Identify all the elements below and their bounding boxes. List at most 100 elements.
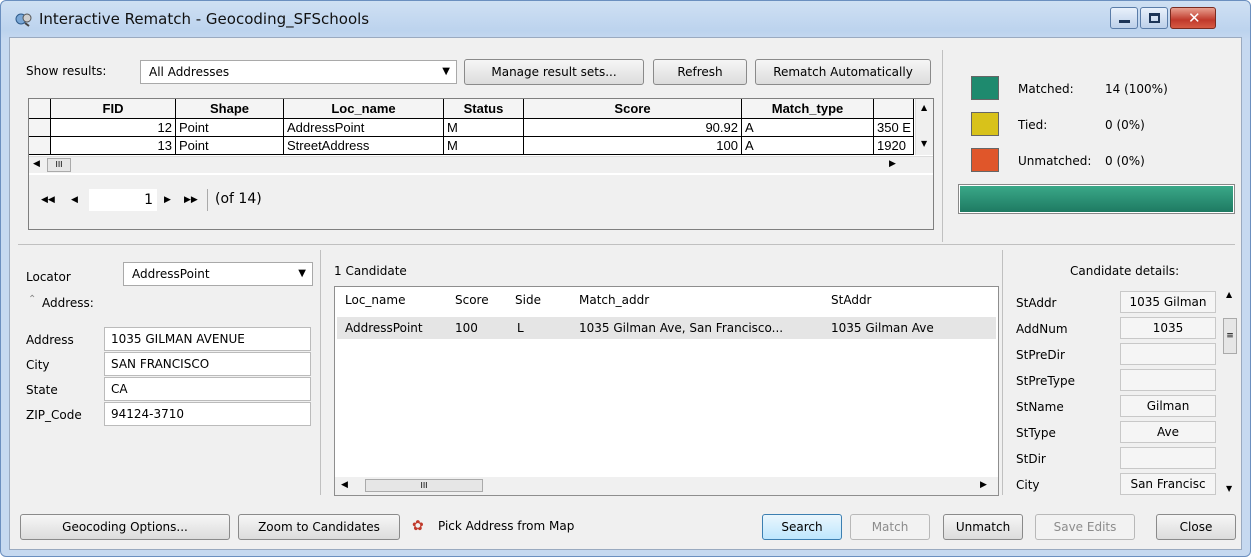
close-button[interactable]: Close — [1156, 514, 1236, 540]
address-field-label: Address — [26, 333, 74, 347]
results-vertical-scrollbar[interactable]: ▲ ▼ — [915, 99, 933, 155]
column-header-score[interactable]: Score — [524, 99, 742, 119]
scroll-up-icon[interactable]: ▲ — [1226, 290, 1232, 299]
tied-label: Tied: — [1018, 118, 1048, 132]
cell-score[interactable]: 90.92 — [524, 119, 742, 137]
manage-result-sets-button[interactable]: Manage result sets... — [464, 59, 644, 85]
cell-score[interactable]: 100 — [524, 137, 742, 155]
cell-shape[interactable]: Point — [176, 119, 284, 137]
scroll-up-icon[interactable]: ▲ — [921, 103, 927, 112]
horizontal-splitter[interactable] — [18, 244, 1235, 245]
detail-value[interactable] — [1120, 343, 1216, 365]
last-page-icon[interactable]: ▶▶ — [184, 195, 198, 205]
candidate-column-score[interactable]: Score — [455, 293, 489, 307]
column-header-match-type[interactable]: Match_type — [742, 99, 874, 119]
cell-loc-name[interactable]: AddressPoint — [284, 119, 444, 137]
cell-match-type[interactable]: A — [742, 137, 874, 155]
candidate-score: 100 — [455, 321, 478, 335]
detail-label: City — [1016, 478, 1040, 492]
scroll-right-icon[interactable]: ▶ — [980, 480, 987, 490]
scroll-thumb[interactable]: ≡ — [1223, 318, 1237, 354]
cell-loc-name[interactable]: StreetAddress — [284, 137, 444, 155]
geocoding-options-button[interactable]: Geocoding Options... — [20, 514, 230, 540]
scroll-down-icon[interactable]: ▼ — [921, 139, 927, 148]
results-table[interactable]: FID Shape Loc_name Status Score Match_ty… — [28, 98, 934, 230]
city-field[interactable]: SAN FRANCISCO — [104, 352, 311, 376]
candidate-row[interactable]: AddressPoint 100 L 1035 Gilman Ave, San … — [337, 317, 996, 339]
candidate-column-staddr[interactable]: StAddr — [831, 293, 872, 307]
cell-status[interactable]: M — [444, 137, 524, 155]
detail-value[interactable] — [1120, 447, 1216, 469]
detail-value[interactable]: 1035 Gilman — [1120, 291, 1216, 313]
minimize-button[interactable] — [1110, 7, 1138, 29]
collapse-icon[interactable]: ⌃ — [28, 294, 36, 305]
pick-address-from-map-button[interactable]: ✿ Pick Address from Map — [408, 514, 608, 540]
title-bar[interactable]: Interactive Rematch - Geocoding_SFSchool… — [1, 1, 1250, 35]
geocode-app-icon — [15, 13, 32, 27]
column-header-status[interactable]: Status — [444, 99, 524, 119]
candidates-list[interactable]: Loc_name Score Side Match_addr StAddr Ad… — [334, 286, 999, 496]
detail-label: StDir — [1016, 452, 1046, 466]
column-header-shape[interactable]: Shape — [176, 99, 284, 119]
next-page-icon[interactable]: ▶ — [164, 195, 171, 205]
cell-status[interactable]: M — [444, 119, 524, 137]
cell-match-type[interactable]: A — [742, 119, 874, 137]
row-selector[interactable] — [29, 137, 51, 155]
zoom-to-candidates-button[interactable]: Zoom to Candidates — [238, 514, 400, 540]
detail-value[interactable]: 1035 — [1120, 317, 1216, 339]
column-header-fid[interactable]: FID — [51, 99, 176, 119]
candidate-column-loc-name[interactable]: Loc_name — [345, 293, 405, 307]
results-horizontal-scrollbar[interactable]: ◀ III ▶ — [29, 156, 933, 173]
first-page-icon[interactable]: ◀◀ — [41, 195, 55, 205]
candidates-horizontal-scrollbar[interactable]: ◀ III ▶ — [335, 477, 998, 495]
vertical-splitter[interactable] — [942, 50, 943, 242]
matched-swatch — [971, 76, 999, 100]
candidate-staddr: 1035 Gilman Ave — [831, 321, 934, 335]
cell-fid[interactable]: 13 — [51, 137, 176, 155]
scroll-left-icon[interactable]: ◀ — [33, 159, 40, 169]
rematch-window: Interactive Rematch - Geocoding_SFSchool… — [0, 0, 1251, 557]
scroll-left-icon[interactable]: ◀ — [341, 480, 348, 490]
cell-shape[interactable]: Point — [176, 137, 284, 155]
detail-label: StPreDir — [1016, 348, 1065, 362]
cell-extra[interactable]: 1920 — [874, 137, 914, 155]
chevron-down-icon: ▼ — [298, 268, 306, 279]
locator-dropdown[interactable]: AddressPoint ▼ — [123, 262, 313, 286]
row-selector[interactable] — [29, 119, 51, 137]
match-button[interactable]: Match — [850, 514, 930, 540]
detail-value[interactable]: San Francisc — [1120, 473, 1216, 495]
detail-value[interactable]: Gilman — [1120, 395, 1216, 417]
rematch-automatically-button[interactable]: Rematch Automatically — [755, 59, 931, 85]
detail-value[interactable] — [1120, 369, 1216, 391]
detail-value[interactable]: Ave — [1120, 421, 1216, 443]
save-edits-button[interactable]: Save Edits — [1035, 514, 1135, 540]
cell-fid[interactable]: 12 — [51, 119, 176, 137]
close-window-button[interactable]: ✕ — [1170, 7, 1216, 29]
left-splitter[interactable] — [320, 250, 321, 495]
page-number-input[interactable]: 1 — [89, 189, 157, 211]
candidate-column-match-addr[interactable]: Match_addr — [579, 293, 649, 307]
city-field-label: City — [26, 358, 50, 372]
column-header-loc-name[interactable]: Loc_name — [284, 99, 444, 119]
candidate-column-side[interactable]: Side — [515, 293, 541, 307]
zip-code-field[interactable]: 94124-3710 — [104, 402, 311, 426]
state-field[interactable]: CA — [104, 377, 311, 401]
matched-label: Matched: — [1018, 82, 1074, 96]
window-title: Interactive Rematch - Geocoding_SFSchool… — [39, 10, 370, 28]
refresh-button[interactable]: Refresh — [653, 59, 747, 85]
scroll-down-icon[interactable]: ▼ — [1226, 484, 1232, 493]
maximize-button[interactable] — [1140, 7, 1168, 29]
minimize-icon — [1119, 20, 1130, 23]
address-field[interactable]: 1035 GILMAN AVENUE — [104, 327, 311, 351]
cell-extra[interactable]: 350 E — [874, 119, 914, 137]
right-splitter[interactable] — [1002, 250, 1003, 495]
scroll-thumb[interactable]: III — [365, 479, 483, 492]
previous-page-icon[interactable]: ◀ — [71, 195, 78, 205]
search-button[interactable]: Search — [762, 514, 842, 540]
show-results-dropdown[interactable]: All Addresses ▼ — [140, 60, 457, 84]
unmatch-button[interactable]: Unmatch — [943, 514, 1023, 540]
scroll-right-icon[interactable]: ▶ — [889, 159, 896, 169]
column-header-extra[interactable] — [874, 99, 914, 119]
scroll-thumb[interactable]: III — [47, 158, 71, 172]
details-vertical-scrollbar[interactable]: ▲ ≡ ▼ — [1222, 288, 1238, 498]
